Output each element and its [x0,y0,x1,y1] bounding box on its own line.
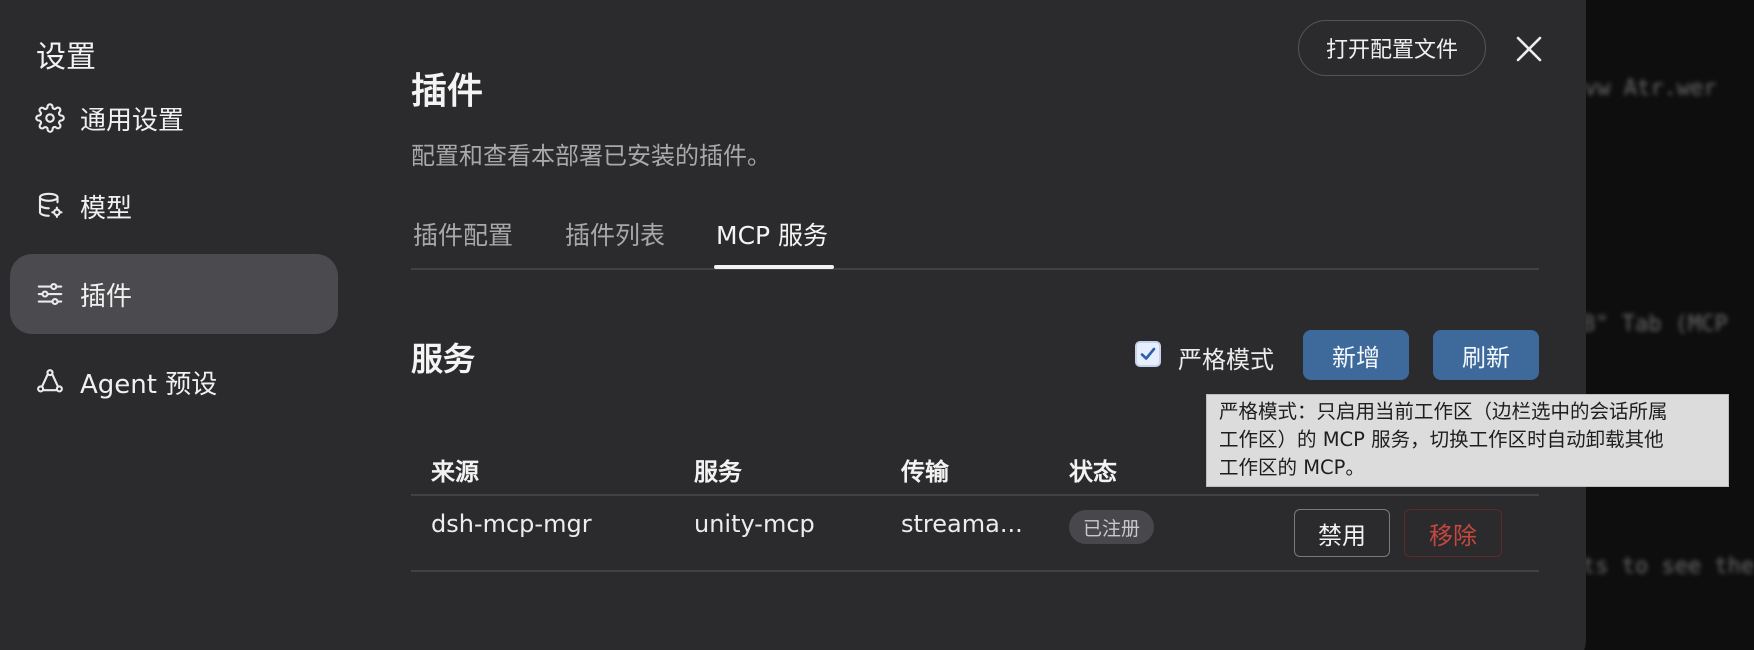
column-header-transport: 传输 [901,458,949,486]
tab-mcp-services[interactable]: MCP 服务 [716,216,828,252]
page-description: 配置和查看本部署已安装的插件。 [411,142,771,170]
sidebar-item-label: 模型 [80,193,133,224]
sliders-icon [34,278,66,310]
refresh-button[interactable]: 刷新 [1433,330,1539,380]
column-header-service: 服务 [694,458,742,486]
add-service-button[interactable]: 新增 [1303,330,1409,380]
remove-button[interactable]: 移除 [1404,509,1502,557]
column-header-status: 状态 [1069,458,1117,486]
checkmark-icon [1140,347,1156,360]
row-transport: streama... [901,510,1023,538]
settings-title: 设置 [36,40,96,75]
sidebar-item-agent-presets[interactable]: Agent 预设 [10,342,338,422]
tab-plugin-list[interactable]: 插件列表 [565,216,665,252]
sidebar-item-general[interactable]: 通用设置 [10,78,338,158]
table-row: dsh-mcp-mgr unity-mcp streama... 已注册 禁用 … [411,496,1539,572]
column-header-source: 来源 [431,458,479,486]
agent-network-icon [34,366,66,398]
status-badge: 已注册 [1069,510,1155,544]
tab-plugin-config[interactable]: 插件配置 [413,216,513,252]
background-text: vw Atr.wer [1586,76,1717,101]
tooltip-line: 工作区的 MCP。 [1219,456,1365,479]
strict-mode-label[interactable]: 严格模式 [1178,340,1274,375]
background-text: B" Tab (MCP [1586,312,1728,337]
database-icon [34,190,66,222]
active-tab-indicator [714,265,834,269]
tooltip-line: 严格模式：只启用当前工作区（边栏选中的会话所属 [1219,400,1668,423]
sidebar-item-label: 插件 [80,281,133,312]
gear-icon [34,102,66,134]
row-source: dsh-mcp-mgr [431,510,592,538]
row-service: unity-mcp [694,510,815,538]
close-icon[interactable] [1512,32,1546,66]
tooltip-line: 工作区）的 MCP 服务，切换工作区时自动卸载其他 [1219,428,1664,451]
page-title: 插件 [411,71,484,112]
disable-button[interactable]: 禁用 [1294,509,1390,557]
sidebar-item-label: Agent 预设 [80,369,218,400]
sidebar: 设置 通用设置 模型 插件 Agent 预设 [0,0,340,620]
plugin-tabs: 插件配置 插件列表 MCP 服务 [411,210,1539,270]
services-title: 服务 [411,340,476,378]
sidebar-item-label: 通用设置 [80,105,185,136]
background-text: ts to see the [1586,554,1754,579]
strict-mode-tooltip: 严格模式：只启用当前工作区（边栏选中的会话所属 工作区）的 MCP 服务，切换工… [1206,394,1729,487]
sidebar-item-plugins[interactable]: 插件 [10,254,338,334]
settings-modal: 设置 通用设置 模型 插件 Agent 预设 打开配置文件 插件 配置和查看本部… [0,0,1729,650]
open-config-file-button[interactable]: 打开配置文件 [1298,20,1486,76]
sidebar-item-models[interactable]: 模型 [10,166,338,246]
background-content: vw Atr.wer B" Tab (MCP ts to see the [1586,0,1754,650]
strict-mode-checkbox[interactable] [1135,341,1161,367]
